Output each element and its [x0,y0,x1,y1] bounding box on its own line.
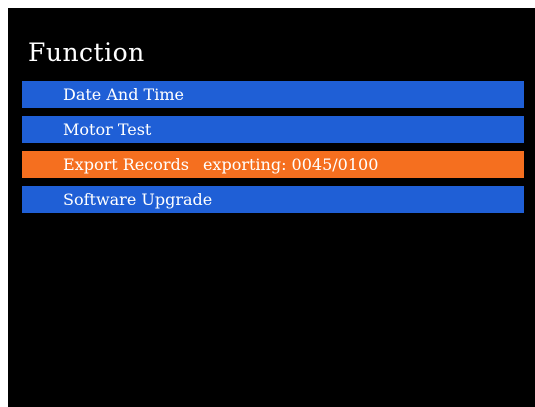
menu-item-label: Export Records [63,155,189,174]
page-title: Function [28,38,145,67]
menu-item-software-upgrade[interactable]: Software Upgrade [22,186,524,213]
menu-item-export-records[interactable]: Export Records exporting: 0045/0100 [22,151,524,178]
export-progress-status: exporting: 0045/0100 [202,155,379,174]
device-screen: Function Date And Time Motor Test Export… [8,8,535,407]
menu-item-label: Date And Time [63,85,184,104]
function-menu: Date And Time Motor Test Export Records … [22,81,524,221]
menu-item-motor-test[interactable]: Motor Test [22,116,524,143]
menu-item-label: Software Upgrade [63,190,213,209]
menu-item-date-and-time[interactable]: Date And Time [22,81,524,108]
menu-item-label: Motor Test [63,120,152,139]
